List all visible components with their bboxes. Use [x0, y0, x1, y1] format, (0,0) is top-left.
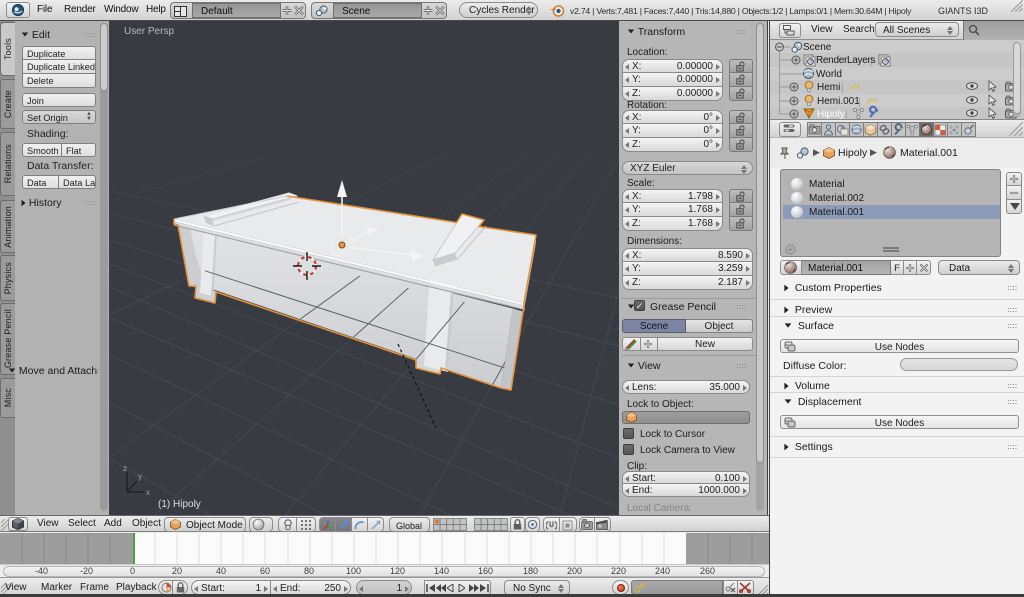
svg-text:x: x [146, 488, 150, 497]
svg-text:y: y [138, 472, 142, 481]
svg-text:z: z [123, 464, 127, 473]
svg-text:|: | [841, 83, 844, 94]
svg-text:|: | [845, 110, 848, 119]
